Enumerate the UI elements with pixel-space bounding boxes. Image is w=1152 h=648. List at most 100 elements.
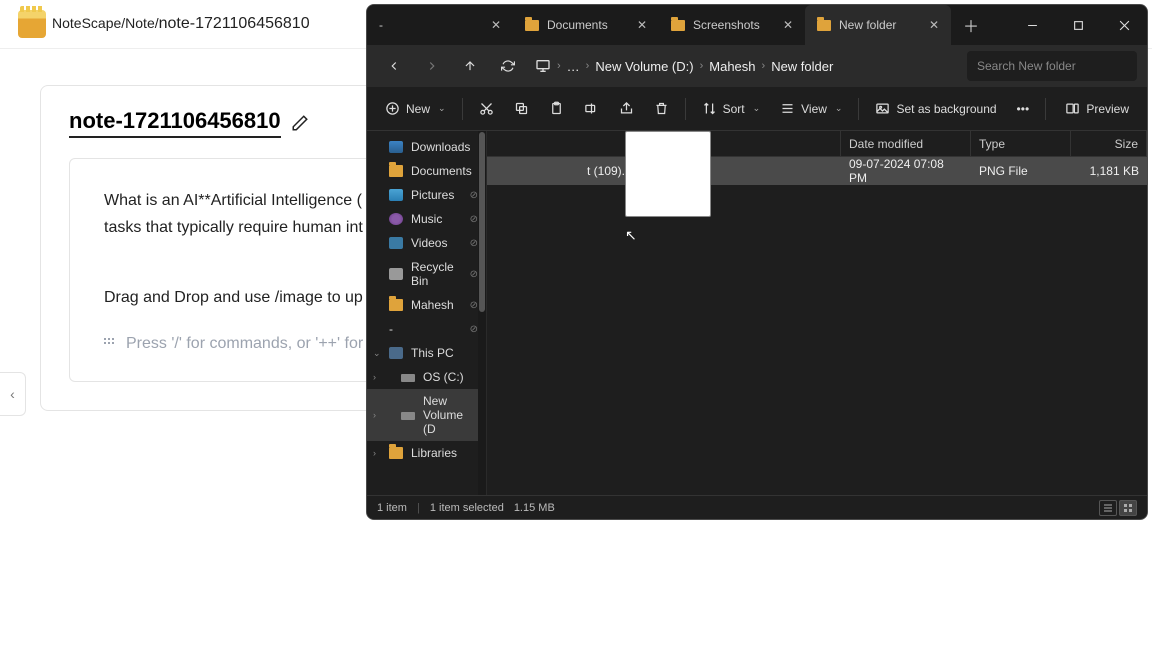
tab-label: Documents: [547, 18, 608, 32]
close-icon[interactable]: ✕: [929, 18, 939, 32]
status-bar: 1 item | 1 item selected 1.15 MB: [367, 495, 1147, 519]
view-button[interactable]: View ⌄: [772, 94, 850, 124]
close-icon[interactable]: ✕: [783, 18, 793, 32]
crumb-drive[interactable]: New Volume (D:): [595, 59, 693, 74]
preview-button[interactable]: Preview: [1057, 94, 1137, 124]
sidebar-item-this-pc[interactable]: ⌄ This PC: [367, 341, 486, 365]
address-bar[interactable]: › … › New Volume (D:) › Mahesh › New fol…: [535, 58, 833, 74]
up-button[interactable]: [453, 51, 487, 81]
delete-button[interactable]: [646, 94, 677, 124]
chevron-right-icon: ›: [762, 60, 766, 72]
sidebar-item-mahesh[interactable]: Mahesh⊘: [367, 293, 486, 317]
tab-screenshots[interactable]: Screenshots ✕: [659, 5, 805, 45]
sidebar-item-recycle-bin[interactable]: Recycle Bin⊘: [367, 255, 486, 293]
pin-icon[interactable]: ⊘: [470, 214, 478, 225]
paste-button[interactable]: [541, 94, 572, 124]
close-icon[interactable]: ✕: [637, 18, 647, 32]
pin-icon[interactable]: ⊘: [470, 190, 478, 201]
pin-icon[interactable]: ⊘: [470, 324, 478, 335]
forward-button[interactable]: [415, 51, 449, 81]
folder-icon: [389, 299, 403, 311]
search-input[interactable]: Search New folder: [967, 51, 1137, 81]
folder-icon: [671, 20, 685, 31]
tab-new-folder[interactable]: New folder ✕: [805, 5, 951, 45]
col-date[interactable]: Date modified: [841, 131, 971, 156]
pin-icon[interactable]: ⊘: [470, 238, 478, 249]
sidebar-item-label: -: [389, 322, 393, 336]
sidebar-item-downloads[interactable]: Downloads⊘: [367, 135, 486, 159]
sidebar-item-label: New Volume (D: [423, 394, 478, 436]
chevron-right-icon: ›: [586, 60, 590, 72]
chevron-down-icon: ⌄: [835, 103, 843, 114]
share-button[interactable]: [611, 94, 642, 124]
view-details-button[interactable]: [1099, 500, 1117, 516]
more-button[interactable]: •••: [1009, 94, 1038, 124]
new-button[interactable]: New ⌄: [377, 94, 454, 124]
share-icon: [619, 101, 634, 116]
status-size: 1.15 MB: [514, 502, 555, 514]
expander-icon[interactable]: ›: [373, 448, 376, 458]
maximize-button[interactable]: [1055, 5, 1101, 45]
sidebar-item-libraries[interactable]: › Libraries: [367, 441, 486, 465]
chevron-right-icon: ›: [557, 60, 561, 72]
col-size[interactable]: Size: [1071, 131, 1147, 156]
crumb-user[interactable]: Mahesh: [709, 59, 755, 74]
drag-handle-icon[interactable]: [104, 338, 116, 350]
sidebar-item-label: This PC: [411, 346, 454, 360]
edit-icon[interactable]: [291, 114, 309, 132]
explorer-toolbar: New ⌄ Sort ⌄ View ⌄ Set as background ••…: [367, 87, 1147, 131]
sidebar-item-label: Libraries: [411, 446, 457, 460]
close-icon[interactable]: ✕: [491, 18, 501, 32]
background-label: Set as background: [896, 102, 996, 116]
dots-icon: •••: [1017, 102, 1030, 116]
set-background-button[interactable]: Set as background: [867, 94, 1004, 124]
sidebar-item-videos[interactable]: Videos⊘: [367, 231, 486, 255]
cut-button[interactable]: [471, 94, 502, 124]
pin-icon[interactable]: ⊘: [470, 300, 478, 311]
sidebar-item-documents[interactable]: Documents⊘: [367, 159, 486, 183]
refresh-button[interactable]: [491, 51, 525, 81]
sidebar-expand-button[interactable]: ‹: [0, 372, 26, 416]
sidebar-item-os-c-[interactable]: › OS (C:): [367, 365, 486, 389]
expander-icon[interactable]: ›: [373, 372, 376, 382]
cursor-icon: ↖: [625, 227, 637, 243]
sidebar-scrollbar[interactable]: [478, 131, 486, 495]
crumb-dots[interactable]: …: [567, 59, 580, 74]
crumb-folder[interactable]: New folder: [771, 59, 833, 74]
preview-label: Preview: [1086, 102, 1129, 116]
sidebar-item-label: Downloads: [411, 140, 470, 154]
sidebar-item-label: Pictures: [411, 188, 454, 202]
tab-documents[interactable]: Documents ✕: [513, 5, 659, 45]
sidebar-item-pictures[interactable]: Pictures ⊘: [367, 183, 486, 207]
breadcrumb-prefix: NoteScape/Note/: [52, 15, 159, 31]
copy-button[interactable]: [506, 94, 537, 124]
tab-label: New folder: [839, 18, 896, 32]
col-type[interactable]: Type: [971, 131, 1071, 156]
sidebar-item-label: OS (C:): [423, 370, 464, 384]
breadcrumb[interactable]: NoteScape/Note/note-1721106456810: [52, 15, 310, 33]
mus-icon: [389, 213, 403, 225]
note-title[interactable]: note-1721106456810: [69, 108, 281, 138]
tab-unnamed[interactable]: - ✕: [367, 5, 513, 45]
new-tab-button[interactable]: ＋: [951, 5, 991, 45]
close-window-button[interactable]: [1101, 5, 1147, 45]
rename-button[interactable]: [576, 94, 607, 124]
sidebar-item-new-volume-d[interactable]: › New Volume (D: [367, 389, 486, 441]
expander-icon[interactable]: ›: [373, 410, 376, 420]
file-row[interactable]: t (109).png 09-07-2024 07:08 PM PNG File…: [487, 157, 1147, 185]
sidebar-item-label: Music: [411, 212, 442, 226]
chevron-down-icon: ⌄: [438, 103, 446, 114]
expander-icon[interactable]: ⌄: [373, 348, 381, 359]
status-count: 1 item: [377, 502, 407, 514]
explorer-content[interactable]: Date modified Type Size t (109).png 09-0…: [487, 131, 1147, 495]
pin-icon[interactable]: ⊘: [470, 269, 478, 280]
pic-icon: [389, 189, 403, 201]
view-icons-button[interactable]: [1119, 500, 1137, 516]
minimize-button[interactable]: [1009, 5, 1055, 45]
sidebar-item--[interactable]: -⊘: [367, 317, 486, 341]
monitor-icon: [535, 58, 551, 74]
back-button[interactable]: [377, 51, 411, 81]
sidebar-item-music[interactable]: Music ⊘: [367, 207, 486, 231]
pc-icon: [389, 347, 403, 359]
sort-button[interactable]: Sort ⌄: [694, 94, 769, 124]
